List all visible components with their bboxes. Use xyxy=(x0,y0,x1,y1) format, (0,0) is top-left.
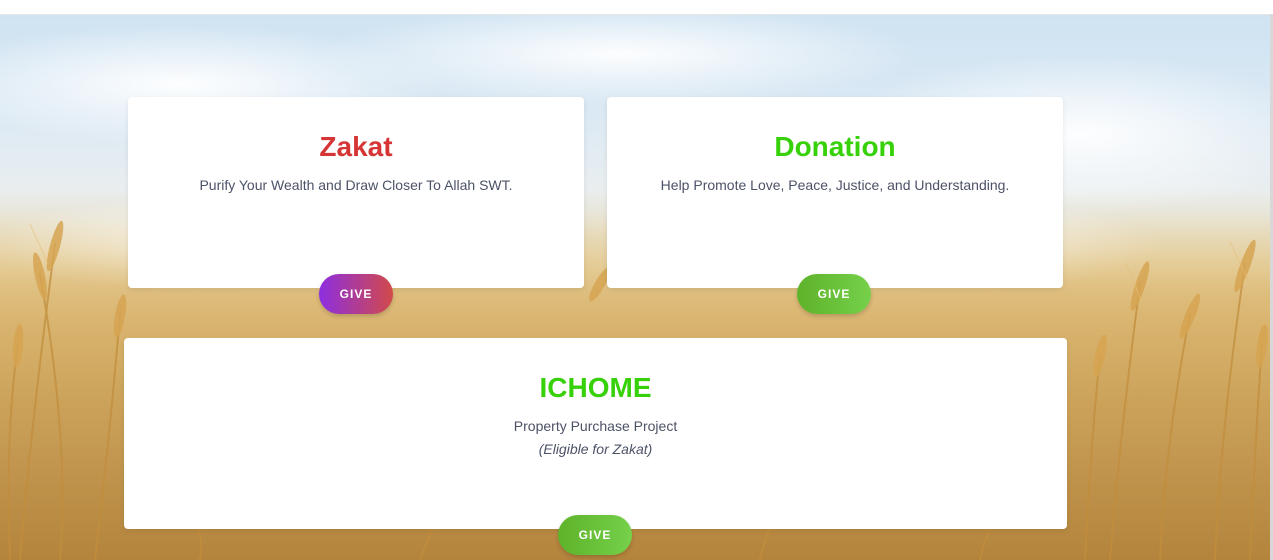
zakat-give-button[interactable]: GIVE xyxy=(319,274,393,314)
ichome-card: ICHOME Property Purchase Project (Eligib… xyxy=(124,338,1067,529)
ichome-description: Property Purchase Project xyxy=(513,418,678,434)
zakat-description: Purify Your Wealth and Draw Closer To Al… xyxy=(199,177,513,193)
zakat-card: Zakat Purify Your Wealth and Draw Closer… xyxy=(128,97,584,288)
ichome-zakat-eligibility-note: (Eligible for Zakat) xyxy=(538,441,653,457)
ichome-give-button[interactable]: GIVE xyxy=(558,515,632,555)
zakat-title: Zakat xyxy=(319,131,393,162)
donation-card: Donation Help Promote Love, Peace, Justi… xyxy=(607,97,1063,288)
top-bar xyxy=(0,0,1273,15)
page: Zakat Purify Your Wealth and Draw Closer… xyxy=(0,0,1273,560)
ichome-title: ICHOME xyxy=(539,372,652,403)
donation-give-button[interactable]: GIVE xyxy=(797,274,871,314)
donation-description: Help Promote Love, Peace, Justice, and U… xyxy=(660,177,1010,193)
donation-title: Donation xyxy=(774,131,896,162)
